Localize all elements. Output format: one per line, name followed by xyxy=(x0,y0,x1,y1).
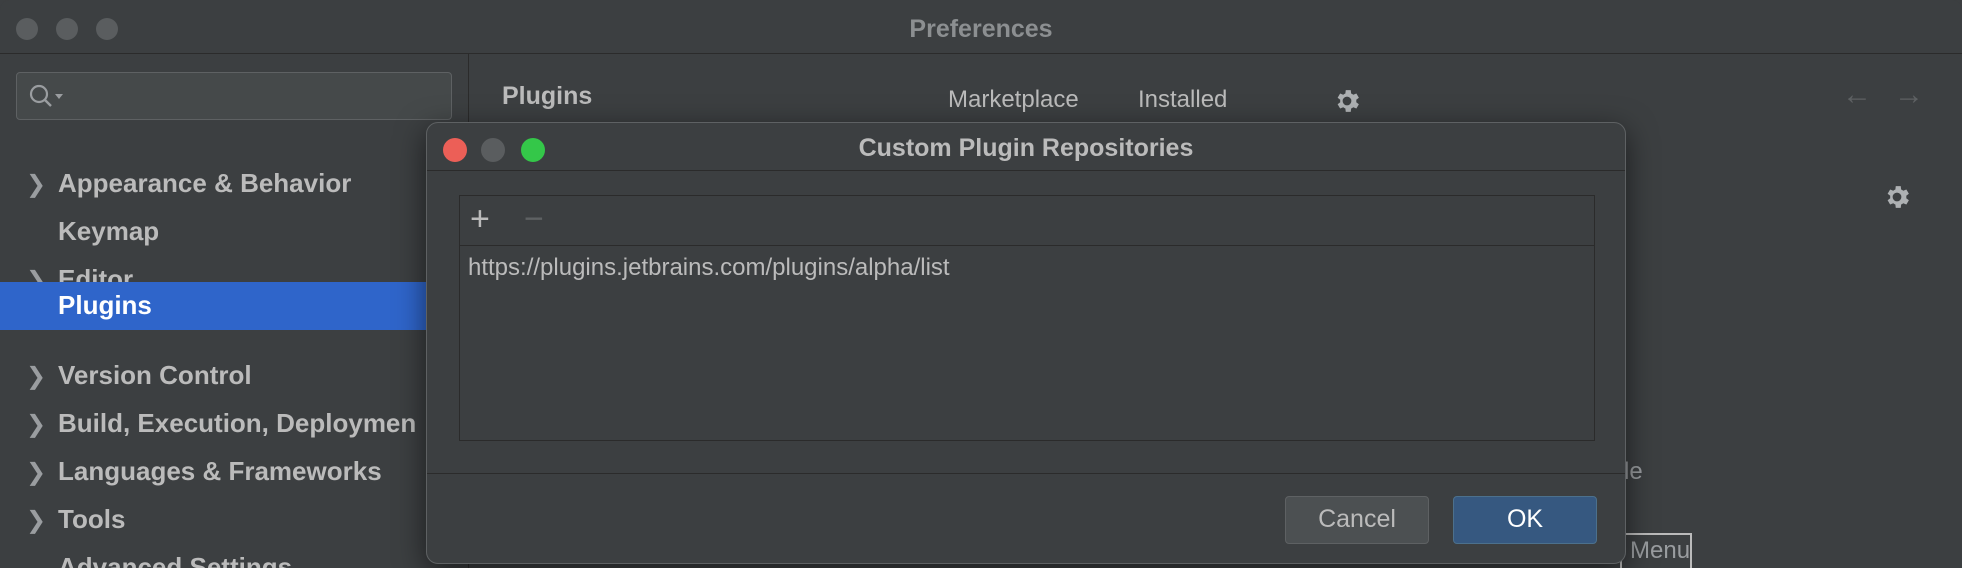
partial-menu-label: Menu xyxy=(1630,537,1691,564)
sidebar-item-keymap[interactable]: Keymap xyxy=(0,208,469,256)
window-titlebar: Preferences xyxy=(0,0,1962,54)
sidebar-item-label: Tools xyxy=(58,504,126,534)
settings-search-input[interactable] xyxy=(16,72,452,120)
remove-repository-button[interactable]: − xyxy=(524,200,544,239)
partial-menu-button[interactable]: Menu xyxy=(1620,533,1692,568)
partial-background-text: le xyxy=(1624,458,1643,485)
chevron-right-icon: ❯ xyxy=(26,411,47,438)
sidebar-item-label: Advanced Settings xyxy=(58,552,293,568)
settings-sidebar: ❯ Appearance & Behavior Keymap ❯ Editor … xyxy=(0,54,469,568)
sidebar-item-plugins[interactable]: Plugins xyxy=(0,282,469,330)
search-icon xyxy=(29,84,63,107)
ok-button[interactable]: OK xyxy=(1453,496,1597,544)
repository-list-panel: + − https://plugins.jetbrains.com/plugin… xyxy=(459,195,1595,441)
sidebar-item-version-control[interactable]: ❯ Version Control xyxy=(0,352,469,400)
arrow-left-icon[interactable]: ← xyxy=(1842,78,1872,112)
sidebar-item-label: Plugins xyxy=(58,290,152,320)
list-item[interactable]: https://plugins.jetbrains.com/plugins/al… xyxy=(468,254,950,282)
dialog-title: Custom Plugin Repositories xyxy=(858,134,1194,162)
sidebar-item-appearance-behavior[interactable]: ❯ Appearance & Behavior xyxy=(0,160,469,208)
chevron-right-icon: ❯ xyxy=(26,171,47,198)
gear-icon[interactable] xyxy=(1332,86,1362,116)
chevron-right-icon: ❯ xyxy=(26,459,47,486)
sidebar-item-label: Build, Execution, Deploymen xyxy=(58,408,417,438)
sidebar-item-label: Keymap xyxy=(58,216,160,246)
preferences-window: Preferences ❯ Appearance & Behavior Keym… xyxy=(0,0,1962,568)
divider xyxy=(427,473,1625,474)
sidebar-item-label: Languages & Frameworks xyxy=(58,456,382,486)
cancel-button[interactable]: Cancel xyxy=(1285,496,1429,544)
chevron-right-icon: ❯ xyxy=(26,507,47,534)
gear-icon[interactable] xyxy=(1882,182,1912,212)
sidebar-item-label: Version Control xyxy=(58,360,252,390)
sidebar-item-label: Appearance & Behavior xyxy=(58,168,352,198)
dialog-titlebar: Custom Plugin Repositories xyxy=(427,123,1625,171)
repository-list-toolbar: + − xyxy=(460,196,1594,246)
tab-installed[interactable]: Installed xyxy=(1138,86,1227,114)
arrow-right-icon[interactable]: → xyxy=(1894,78,1924,112)
sidebar-item-build-execution-deployment[interactable]: ❯ Build, Execution, Deploymen xyxy=(0,400,469,448)
custom-plugin-repositories-dialog: Custom Plugin Repositories + − https://p… xyxy=(426,122,1626,564)
page-title: Plugins xyxy=(502,82,593,110)
tab-marketplace[interactable]: Marketplace xyxy=(948,86,1079,114)
chevron-right-icon: ❯ xyxy=(26,363,47,390)
window-title: Preferences xyxy=(909,15,1053,43)
add-repository-button[interactable]: + xyxy=(470,200,490,239)
sidebar-item-tools[interactable]: ❯ Tools xyxy=(0,496,469,544)
sidebar-item-languages-frameworks[interactable]: ❯ Languages & Frameworks xyxy=(0,448,469,496)
sidebar-item-advanced-settings[interactable]: Advanced Settings xyxy=(0,544,469,568)
